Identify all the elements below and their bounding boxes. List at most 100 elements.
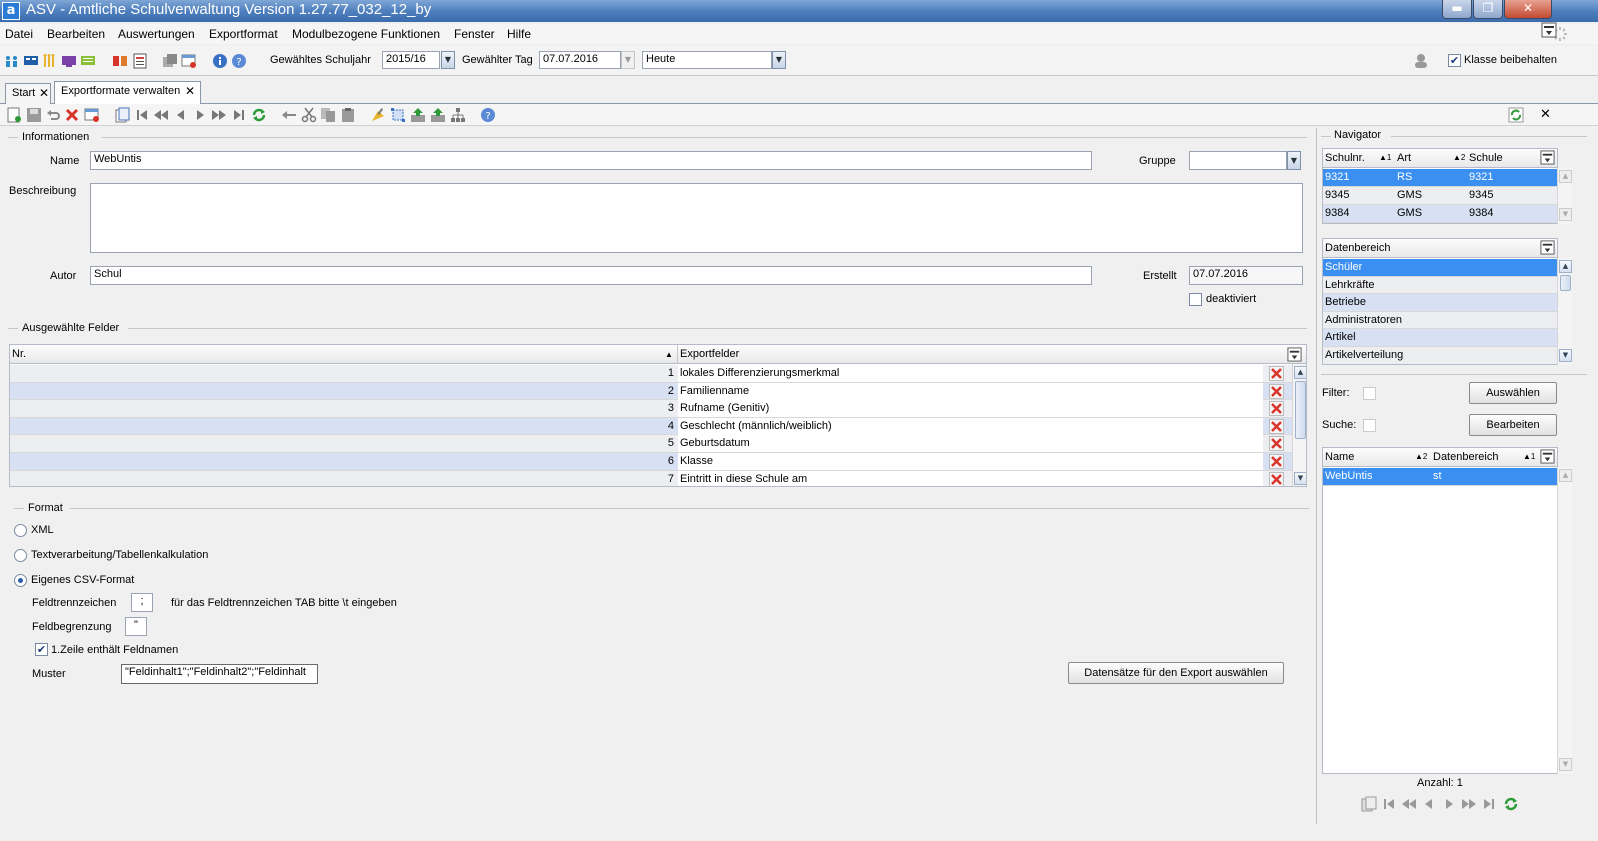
- menu-auswertungen[interactable]: Auswertungen: [118, 27, 195, 41]
- felder-row[interactable]: 6 Klasse: [10, 453, 1292, 471]
- nav-copy-icon[interactable]: [1361, 796, 1377, 812]
- book-icon[interactable]: [112, 53, 128, 69]
- clear-icon[interactable]: [370, 107, 386, 123]
- felder-row[interactable]: 4 Geschlecht (männlich/weiblich): [10, 417, 1292, 436]
- new-record-icon[interactable]: [6, 107, 22, 123]
- autor-input[interactable]: Schul: [90, 266, 1092, 285]
- nav-prev-icon[interactable]: [1421, 796, 1437, 812]
- datenbereich-scrollbar[interactable]: ▲ ▼: [1557, 258, 1572, 365]
- menu-bearbeiten[interactable]: Bearbeiten: [47, 27, 105, 41]
- suche-checkbox[interactable]: [1363, 419, 1376, 432]
- scroll-down-icon[interactable]: ▼: [1559, 208, 1572, 221]
- delete-row-icon[interactable]: [1269, 436, 1284, 452]
- datenbereich-item[interactable]: Artikelverteilung: [1323, 347, 1557, 364]
- menu-hilfe[interactable]: Hilfe: [507, 27, 531, 41]
- minimize-button[interactable]: ▬: [1442, 0, 1472, 19]
- delete-row-icon[interactable]: [1269, 401, 1284, 417]
- format-text-radio[interactable]: [14, 549, 27, 562]
- bearbeiten-button[interactable]: Bearbeiten: [1469, 414, 1557, 436]
- nav-first-icon[interactable]: [1381, 796, 1397, 812]
- felder-row[interactable]: 2 Familienname: [10, 382, 1292, 401]
- courses-icon[interactable]: [61, 53, 77, 69]
- format-csv-radio[interactable]: [14, 574, 27, 587]
- window-settings-icon[interactable]: [181, 53, 197, 69]
- export-icon[interactable]: [410, 107, 426, 123]
- beschreibung-textarea[interactable]: [90, 183, 1303, 253]
- nav-next-icon[interactable]: [1441, 796, 1457, 812]
- col-datenbereich-header[interactable]: Datenbereich: [1433, 451, 1498, 463]
- gruppe-select[interactable]: [1189, 151, 1287, 170]
- scroll-up-icon[interactable]: ▲: [1559, 469, 1572, 482]
- felder-scrollbar[interactable]: ▲ ▼: [1292, 364, 1306, 486]
- tab-start-close-icon[interactable]: ✕: [39, 86, 49, 100]
- students-icon[interactable]: [4, 53, 20, 69]
- scroll-thumb[interactable]: [1560, 275, 1571, 291]
- tag-input[interactable]: 07.07.2016: [539, 51, 621, 69]
- sync-icon[interactable]: [1508, 107, 1524, 123]
- col-exportfelder-header[interactable]: Exportfelder: [680, 348, 739, 360]
- schulen-row[interactable]: 9345 GMS 9345: [1323, 187, 1557, 205]
- report-icon[interactable]: [132, 53, 148, 69]
- copy-icon[interactable]: [320, 107, 336, 123]
- help-icon-2[interactable]: ?: [480, 107, 496, 123]
- erstellt-input[interactable]: 07.07.2016: [1189, 266, 1303, 285]
- delete-row-icon[interactable]: [1269, 383, 1284, 399]
- schulen-row[interactable]: 9321 RS 9321: [1323, 169, 1557, 187]
- teachers-icon[interactable]: [23, 53, 39, 69]
- scroll-down-icon[interactable]: ▼: [1294, 472, 1306, 485]
- auswaehlen-button[interactable]: Auswählen: [1469, 382, 1557, 404]
- tag-calendar-dropdown-icon[interactable]: ▼: [621, 51, 635, 69]
- result-row[interactable]: WebUntis st: [1323, 468, 1557, 486]
- heute-dropdown-icon[interactable]: ▼: [772, 51, 786, 69]
- remove-icon[interactable]: [281, 107, 297, 123]
- col-datenbereich-header[interactable]: Datenbereich: [1325, 242, 1390, 254]
- export-datensaetze-button[interactable]: Datensätze für den Export auswählen: [1068, 662, 1284, 684]
- select-area-icon[interactable]: [390, 107, 406, 123]
- messages-icon[interactable]: [80, 53, 96, 69]
- delete-icon[interactable]: [64, 107, 80, 123]
- menu-fenster[interactable]: Fenster: [454, 27, 495, 41]
- restore-button[interactable]: ❐: [1473, 0, 1503, 19]
- import-icon[interactable]: [430, 107, 446, 123]
- klasse-beibehalten-checkbox[interactable]: ✔: [1448, 54, 1461, 67]
- schuljahr-dropdown-icon[interactable]: ▼: [441, 51, 455, 69]
- col-schulnr-header[interactable]: Schulnr.: [1325, 152, 1365, 164]
- undo-icon[interactable]: [45, 107, 61, 123]
- tab-exportformate-close-icon[interactable]: ✕: [185, 84, 195, 98]
- scroll-up-icon[interactable]: ▲: [1559, 260, 1572, 273]
- prev-record-icon[interactable]: [173, 107, 189, 123]
- col-art-header[interactable]: Art: [1397, 152, 1411, 164]
- delete-row-icon[interactable]: [1269, 366, 1284, 381]
- save-icon[interactable]: [26, 107, 42, 123]
- erste-zeile-checkbox[interactable]: ✔: [35, 643, 48, 656]
- felder-row[interactable]: 5 Geburtsdatum: [10, 435, 1292, 453]
- classes-icon[interactable]: [42, 53, 58, 69]
- copy-window-icon[interactable]: [162, 53, 178, 69]
- format-xml-radio[interactable]: [14, 524, 27, 537]
- delete-row-icon[interactable]: [1269, 418, 1284, 434]
- result-scrollbar[interactable]: ▲ ▼: [1557, 467, 1572, 774]
- col-name-header[interactable]: Name: [1325, 451, 1354, 463]
- result-column-chooser-icon[interactable]: [1540, 449, 1555, 464]
- nav-fast-forward-icon[interactable]: [1461, 796, 1477, 812]
- schuljahr-select[interactable]: 2015/16: [382, 51, 440, 69]
- felder-row[interactable]: 3 Rufname (Genitiv): [10, 400, 1292, 418]
- refresh-icon[interactable]: [251, 107, 267, 123]
- close-panel-icon[interactable]: ✕: [1540, 106, 1551, 122]
- schulen-column-chooser-icon[interactable]: [1540, 150, 1555, 165]
- scroll-up-icon[interactable]: ▲: [1559, 170, 1572, 183]
- feldbegrenzung-input[interactable]: ": [125, 617, 147, 636]
- deaktiviert-checkbox[interactable]: [1189, 293, 1202, 306]
- felder-row[interactable]: 7 Eintritt in diese Schule am: [10, 470, 1292, 486]
- menu-datei[interactable]: Datei: [5, 27, 33, 41]
- copy-record-icon[interactable]: [114, 107, 130, 123]
- hierarchy-icon[interactable]: [450, 107, 466, 123]
- cut-icon[interactable]: [301, 107, 317, 123]
- muster-input[interactable]: "Feldinhalt1";"Feldinhalt2";"Feldinhalt: [121, 664, 318, 684]
- next-record-icon[interactable]: [192, 107, 208, 123]
- table-view-icon[interactable]: [84, 107, 100, 123]
- menu-exportformat[interactable]: Exportformat: [209, 27, 278, 41]
- scroll-down-icon[interactable]: ▼: [1559, 758, 1572, 771]
- schulen-scrollbar[interactable]: ▲ ▼: [1557, 168, 1572, 224]
- tab-exportformate-verwalten[interactable]: Exportformate verwalten ✕: [54, 81, 201, 104]
